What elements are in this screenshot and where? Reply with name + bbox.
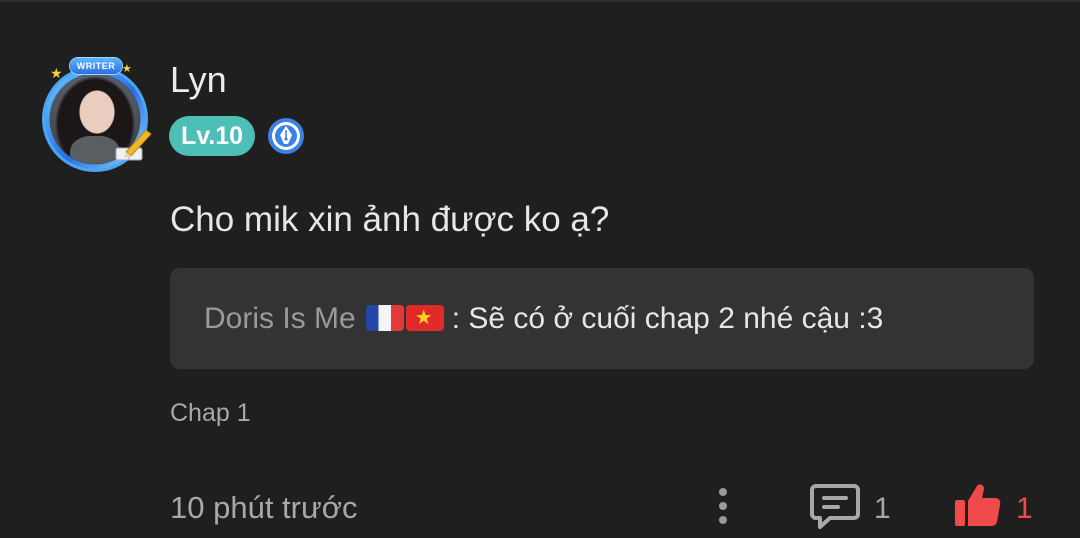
flag-vietnam-icon: ★ <box>405 305 444 331</box>
timestamp: 10 phút trước <box>170 490 358 525</box>
username[interactable]: Lyn <box>170 58 227 102</box>
pen-book-icon <box>115 129 152 161</box>
reply-body: Sẽ có ở cuối chap 2 nhé cậu :3 <box>468 302 884 335</box>
reply-preview[interactable]: Doris Is Me ★: Sẽ có ở cuối chap 2 nhé cậ… <box>170 268 1034 369</box>
chapter-tag[interactable]: Chap 1 <box>170 396 251 430</box>
avatar[interactable]: ★ ★ WRITER <box>36 58 156 176</box>
comment-bubble-icon[interactable] <box>808 480 862 532</box>
level-badge: Lv.10 <box>169 116 255 156</box>
reply-author[interactable]: Doris Is Me <box>204 302 356 335</box>
writer-frame-label: WRITER <box>70 58 122 74</box>
star-icon: ★ <box>50 65 63 81</box>
more-vertical-icon[interactable] <box>710 486 736 528</box>
fountain-pen-badge-icon <box>268 118 304 154</box>
thumbs-up-icon[interactable] <box>953 480 1003 530</box>
like-count: 1 <box>1016 492 1033 525</box>
flag-france-icon <box>365 305 404 331</box>
reply-separator: : <box>451 302 461 335</box>
reply-count: 1 <box>874 492 891 525</box>
reply-line: Doris Is Me ★: Sẽ có ở cuối chap 2 nhé cậ… <box>204 298 883 340</box>
comment-text: Cho mik xin ảnh được ko ạ? <box>170 200 610 239</box>
comment-item: ★ ★ WRITER Lyn Lv.10 Cho mik xin ảnh đượ… <box>0 0 1080 538</box>
star-icon: ★ <box>122 63 132 75</box>
